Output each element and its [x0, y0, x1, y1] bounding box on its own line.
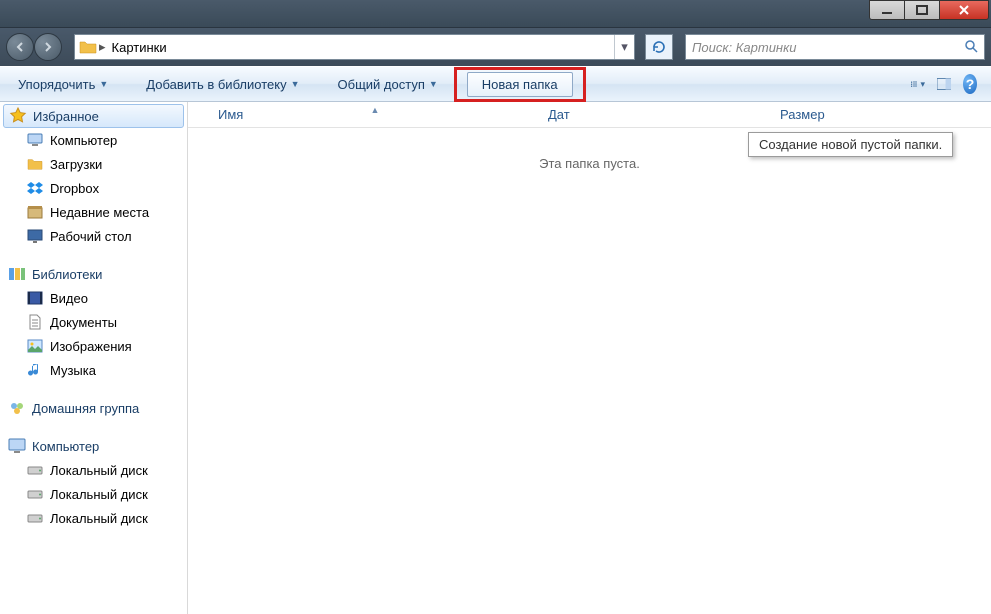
close-button[interactable] — [939, 0, 989, 20]
libraries-group: Библиотеки Видео Документы Изображения М… — [0, 262, 187, 382]
sidebar-item-dropbox[interactable]: Dropbox — [0, 176, 187, 200]
sidebar-item-desktop[interactable]: Рабочий стол — [0, 224, 187, 248]
forward-button[interactable] — [34, 33, 62, 61]
add-to-library-menu[interactable]: Добавить в библиотеку▼ — [138, 73, 307, 96]
music-icon — [26, 361, 44, 379]
address-dropdown[interactable]: ▾ — [614, 35, 634, 59]
computer-icon — [8, 437, 26, 455]
sidebar-item-pictures[interactable]: Изображения — [0, 334, 187, 358]
explorer-window: ▸ Картинки ▾ Поиск: Картинки Упорядочить… — [0, 0, 991, 614]
drive-icon — [26, 461, 44, 479]
organize-menu[interactable]: Упорядочить▼ — [10, 73, 116, 96]
video-icon — [26, 289, 44, 307]
search-input[interactable]: Поиск: Картинки — [685, 34, 985, 60]
column-size[interactable]: Размер — [740, 107, 991, 122]
view-options-button[interactable] — [907, 73, 929, 95]
sidebar-item-recent[interactable]: Недавние места — [0, 200, 187, 224]
homegroup-icon — [8, 399, 26, 417]
sidebar-item-local-disk-1[interactable]: Локальный диск — [0, 482, 187, 506]
new-folder-tooltip: Создание новой пустой папки. — [748, 132, 953, 157]
breadcrumb[interactable]: Картинки — [108, 40, 171, 55]
refresh-button[interactable] — [645, 34, 673, 60]
libraries-heading[interactable]: Библиотеки — [0, 262, 187, 286]
search-placeholder: Поиск: Картинки — [692, 40, 796, 55]
window-controls — [870, 0, 989, 20]
new-folder-highlight: Новая папка — [454, 67, 586, 102]
favorites-group: Избранное Компьютер Загрузки Dropbox Нед… — [0, 104, 187, 248]
sidebar-item-downloads[interactable]: Загрузки — [0, 152, 187, 176]
help-button[interactable]: ? — [959, 73, 981, 95]
column-name[interactable]: Имя ▲ — [210, 107, 540, 122]
search-icon — [964, 39, 978, 56]
share-menu[interactable]: Общий доступ▼ — [330, 73, 446, 96]
sidebar-item-documents[interactable]: Документы — [0, 310, 187, 334]
sidebar-item-music[interactable]: Музыка — [0, 358, 187, 382]
favorites-heading[interactable]: Избранное — [3, 104, 184, 128]
navigation-bar: ▸ Картинки ▾ Поиск: Картинки — [0, 28, 991, 66]
content-pane: Имя ▲ Дат Размер Создание новой пустой п… — [188, 102, 991, 614]
document-icon — [26, 313, 44, 331]
pictures-icon — [26, 337, 44, 355]
sidebar-item-local-disk-2[interactable]: Локальный диск — [0, 506, 187, 530]
preview-pane-button[interactable] — [933, 73, 955, 95]
sidebar-item-local-disk-0[interactable]: Локальный диск — [0, 458, 187, 482]
computer-group: Компьютер Локальный диск Локальный диск … — [0, 434, 187, 530]
column-headers: Имя ▲ Дат Размер — [188, 102, 991, 128]
empty-folder-message: Эта папка пуста. — [188, 156, 991, 171]
folder-icon — [26, 155, 44, 173]
toolbar: Упорядочить▼ Добавить в библиотеку▼ Общи… — [0, 66, 991, 102]
back-button[interactable] — [6, 33, 34, 61]
minimize-button[interactable] — [869, 0, 905, 20]
drive-icon — [26, 509, 44, 527]
drive-icon — [26, 485, 44, 503]
libraries-icon — [8, 265, 26, 283]
address-bar[interactable]: ▸ Картинки ▾ — [74, 34, 635, 60]
desktop-icon — [26, 227, 44, 245]
sidebar-item-computer-fav[interactable]: Компьютер — [0, 128, 187, 152]
breadcrumb-separator: ▸ — [97, 39, 108, 55]
recent-icon — [26, 203, 44, 221]
star-icon — [9, 107, 27, 125]
new-folder-button[interactable]: Новая папка — [467, 72, 573, 97]
computer-icon — [26, 131, 44, 149]
homegroup-group: Домашняя группа — [0, 396, 187, 420]
titlebar — [0, 0, 991, 28]
column-date[interactable]: Дат — [540, 107, 740, 122]
sort-indicator-icon: ▲ — [371, 105, 380, 115]
homegroup-heading[interactable]: Домашняя группа — [0, 396, 187, 420]
help-icon: ? — [963, 74, 977, 94]
navigation-pane: Избранное Компьютер Загрузки Dropbox Нед… — [0, 102, 188, 614]
folder-icon — [79, 38, 97, 56]
computer-heading[interactable]: Компьютер — [0, 434, 187, 458]
sidebar-item-videos[interactable]: Видео — [0, 286, 187, 310]
body: Избранное Компьютер Загрузки Dropbox Нед… — [0, 102, 991, 614]
dropbox-icon — [26, 179, 44, 197]
maximize-button[interactable] — [904, 0, 940, 20]
